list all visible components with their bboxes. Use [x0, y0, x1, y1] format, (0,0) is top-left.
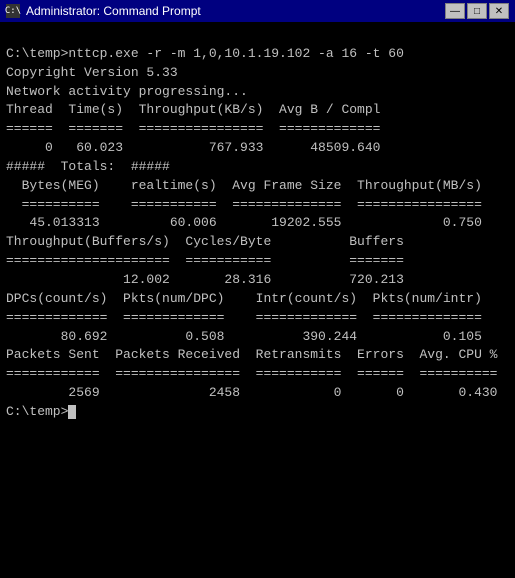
close-button[interactable]: ✕ [489, 3, 509, 19]
terminal-line: DPCs(count/s) Pkts(num/DPC) Intr(count/s… [6, 290, 509, 309]
terminal-line: ============ ================ ==========… [6, 365, 509, 384]
terminal-line: ===================== =========== ======… [6, 252, 509, 271]
terminal-line: 12.002 28.316 720.213 [6, 271, 509, 290]
terminal-line: 2569 2458 0 0 0.430 [6, 384, 509, 403]
terminal-line: ========== =========== ============== ==… [6, 196, 509, 215]
terminal-line: C:\temp>nttcp.exe -r -m 1,0,10.1.19.102 … [6, 45, 509, 64]
terminal-line: Thread Time(s) Throughput(KB/s) Avg B / … [6, 101, 509, 120]
terminal-line: ====== ======= ================ ========… [6, 120, 509, 139]
terminal-line: Throughput(Buffers/s) Cycles/Byte Buffer… [6, 233, 509, 252]
terminal-line: 0 60.023 767.933 48509.640 [6, 139, 509, 158]
terminal-line: Network activity progressing... [6, 83, 509, 102]
terminal-line: 80.692 0.508 390.244 0.105 [6, 328, 509, 347]
cursor [68, 405, 76, 419]
terminal-line: Bytes(MEG) realtime(s) Avg Frame Size Th… [6, 177, 509, 196]
maximize-button[interactable]: □ [467, 3, 487, 19]
terminal-line: Copyright Version 5.33 [6, 64, 509, 83]
app-icon: C:\ [6, 4, 20, 18]
terminal-line: ============= ============= ============… [6, 309, 509, 328]
terminal-line: Packets Sent Packets Received Retransmit… [6, 346, 509, 365]
terminal-line: C:\temp> [6, 403, 509, 422]
minimize-button[interactable]: — [445, 3, 465, 19]
window-title: Administrator: Command Prompt [26, 4, 201, 18]
terminal-line: 45.013313 60.006 19202.555 0.750 [6, 214, 509, 233]
terminal-line: ##### Totals: ##### [6, 158, 509, 177]
title-bar: C:\ Administrator: Command Prompt — □ ✕ [0, 0, 515, 22]
window-controls: — □ ✕ [445, 3, 509, 19]
terminal-output: C:\temp>nttcp.exe -r -m 1,0,10.1.19.102 … [0, 22, 515, 578]
